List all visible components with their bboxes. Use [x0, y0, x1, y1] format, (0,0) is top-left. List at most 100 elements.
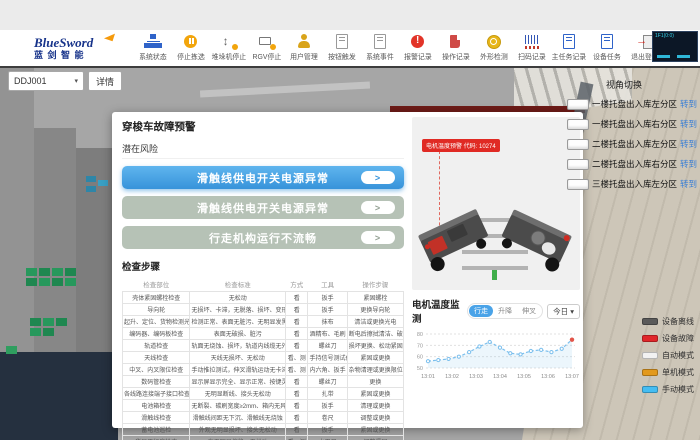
view-switch-item: 三楼托盘出入库左分区转到	[563, 178, 697, 190]
chart-tab-行走[interactable]: 行走	[469, 305, 493, 317]
view-goto-link[interactable]: 转到	[680, 138, 697, 150]
view-goto-link[interactable]: 转到	[680, 98, 697, 110]
steps-cell: 编码器、编码板检查	[123, 328, 190, 340]
steps-cell: 扳手	[308, 400, 347, 412]
view-switch-item: 一楼托盘出入库右分区转到	[563, 118, 697, 130]
svg-text:80: 80	[417, 332, 423, 338]
steps-row: 编码器、编码板检查表面无破损、脏污看酒精布、毛刷断电后擦拭清洁、破损更换	[123, 328, 404, 340]
steps-cell: 看、测	[285, 436, 307, 440]
detail-button[interactable]: 详情	[88, 71, 122, 91]
steps-col-header: 操作步骤	[347, 277, 403, 292]
svg-text:13:04: 13:04	[493, 374, 507, 380]
view-toggle[interactable]	[567, 159, 589, 170]
view-label: 二楼托盘出入库左分区	[592, 138, 677, 150]
steps-cell: 卷尺	[308, 412, 347, 424]
steps-row: 轨道检查轨面无烧蚀、损坏，轨道内线缆无外露看螺丝刀损坏更换、松动紧固	[123, 340, 404, 352]
steps-cell: 看	[285, 304, 307, 316]
button-trigger-icon	[333, 34, 351, 50]
toolbar-item-operation-records[interactable]: 操作记录	[437, 34, 475, 62]
steps-cell: 检测正常、表面无脏污、无明显发黑	[190, 316, 286, 328]
view-toggle[interactable]	[567, 99, 589, 110]
steps-cell: 轨面无烧蚀、损坏，轨道内线缆无外露	[190, 340, 286, 352]
steps-cell: 天线检查	[123, 352, 190, 364]
svg-text:13:03: 13:03	[469, 374, 483, 380]
steps-cell: 有无明显偏移，无松动	[190, 436, 286, 440]
system-events-icon	[371, 34, 389, 50]
risk-item[interactable]: 滑触线供电开关电源异常>	[122, 196, 404, 219]
stacker-stop-icon	[220, 34, 238, 50]
toolbar-item-user-management[interactable]: 用户管理	[285, 34, 323, 62]
warehouse-racks	[30, 318, 41, 326]
steps-row: 货叉平行度检查有无明显偏移，无松动看、测水平尺调整紧固	[123, 436, 404, 440]
steps-row: 电池箱检查无断裂、碳刷宽度≥2mm、箱内无异物看扳手清理或更换	[123, 400, 404, 412]
steps-cell: 滑触线检查	[123, 412, 190, 424]
chart-tab-伸叉[interactable]: 伸叉	[517, 305, 541, 317]
steps-cell: 壳体紧固螺栓检查	[123, 292, 190, 304]
legend-item: 手动模式	[642, 384, 694, 395]
toolbar-item-profile-detection[interactable]: 外形检测	[475, 34, 513, 62]
alarm-tooltip: 电机温度预警 代码: 10274	[422, 139, 500, 152]
chart-tab-升降[interactable]: 升降	[493, 305, 517, 317]
scene-beam	[200, 82, 370, 98]
toolbar-item-label: 主任务记录	[552, 51, 587, 61]
toolbar-item-scan-records[interactable]: 扫码记录	[513, 34, 551, 62]
scan-records-icon	[523, 34, 541, 50]
svg-text:13:02: 13:02	[445, 374, 459, 380]
view-toggle[interactable]	[567, 119, 589, 130]
toolbar-item-label: RGV停止	[249, 51, 284, 61]
user-management-icon	[295, 34, 313, 50]
toolbar-item-button-trigger[interactable]: 按钮触发	[323, 34, 361, 62]
toolbar-item-stacker-stop[interactable]: 堆垛机停止	[210, 34, 248, 62]
steps-row: 中叉、内叉限位检查手动推拉测试，伸叉滑轨运动无卡滞看、测内六角、扳手杂物清理或更…	[123, 364, 404, 376]
toolbar-item-label: 扫码记录	[514, 51, 549, 61]
chart-range-select[interactable]: 今日 ▾	[547, 304, 580, 319]
toolbar-item-rgv-stop[interactable]: RGV停止	[248, 34, 286, 62]
toolbar-item-stop-picking[interactable]: 停止拣选	[172, 34, 210, 62]
view-toggle[interactable]	[567, 179, 589, 190]
view-switch-title: 视角切换	[563, 78, 697, 91]
steps-cell: 看、测	[285, 364, 307, 376]
risk-label: 行走机构运行不流畅	[209, 230, 317, 246]
toolbar-item-system-events[interactable]: 系统事件	[361, 34, 399, 62]
steps-row: 滑触线检查滑触线间距无下沉、滑触线无烧蚀看卷尺调整或更换	[123, 412, 404, 424]
steps-title: 检查步骤	[122, 259, 404, 273]
toolbar-item-system-status[interactable]: 系统状态	[134, 34, 172, 62]
steps-cell: 清理或更换	[347, 400, 403, 412]
view-goto-link[interactable]: 转到	[680, 178, 697, 190]
svg-text:13:05: 13:05	[517, 374, 531, 380]
steps-cell: 水平尺	[308, 436, 347, 440]
check-steps-table: 检查部位检查标准方式工具操作步骤壳体紧固螺栓检查无松动看扳手紧固螺栓导向轮无损坏…	[122, 277, 404, 440]
steps-cell: 紧固或更换	[347, 352, 403, 364]
minimap-text: 1F1(0:0)	[655, 33, 674, 39]
legend-swatch	[642, 352, 658, 359]
steps-cell: 看	[285, 424, 307, 436]
risk-item[interactable]: 行走机构运行不流畅 >	[122, 226, 404, 249]
legend-item: 设备离线	[642, 316, 694, 327]
device-select[interactable]: DDJ001 ▾	[8, 71, 84, 91]
toolbar-item-device-tasks[interactable]: 设备任务	[588, 34, 626, 62]
toolbar-item-main-task-records[interactable]: 主任务记录	[550, 34, 588, 62]
steps-row: 起升、定位、货物检测光电检测正常、表面无脏污、无明显发黑看抹布清洁或更换光电	[123, 316, 404, 328]
window-top-band	[0, 0, 700, 30]
legend-label: 单机模式	[662, 367, 694, 378]
steps-cell: 各线路连接端子接口检查	[123, 388, 190, 400]
shuttle-3d-view[interactable]: 电机温度预警 代码: 10274	[412, 117, 580, 290]
risk-arrow-icon[interactable]: >	[361, 171, 395, 184]
steps-col-header: 工具	[308, 277, 347, 292]
view-switch-list: 一楼托盘出入库左分区转到一楼托盘出入库右分区转到二楼托盘出入库左分区转到二楼托盘…	[563, 98, 697, 190]
risk-arrow-icon[interactable]: >	[361, 231, 395, 244]
steps-col-header: 检查标准	[190, 277, 286, 292]
steps-row: 各线路连接端子接口检查无明显断线、接头无松动看扎带紧固或更换	[123, 388, 404, 400]
toolbar-item-label: 用户管理	[287, 51, 322, 61]
view-goto-link[interactable]: 转到	[680, 118, 697, 130]
risk-arrow-icon[interactable]: >	[361, 201, 395, 214]
chart-range-value: 今日	[553, 307, 568, 316]
risk-item[interactable]: 滑触线供电开关电源异常>	[122, 166, 404, 189]
steps-cell: 看	[285, 316, 307, 328]
view-toggle[interactable]	[567, 139, 589, 150]
view-goto-link[interactable]: 转到	[680, 158, 697, 170]
steps-cell: 起升、定位、货物检测光电	[123, 316, 190, 328]
steps-col-header: 方式	[285, 277, 307, 292]
toolbar-item-alarm-records[interactable]: 报警记录	[399, 34, 437, 62]
minimap[interactable]: 1F1(0:0)	[652, 31, 698, 62]
